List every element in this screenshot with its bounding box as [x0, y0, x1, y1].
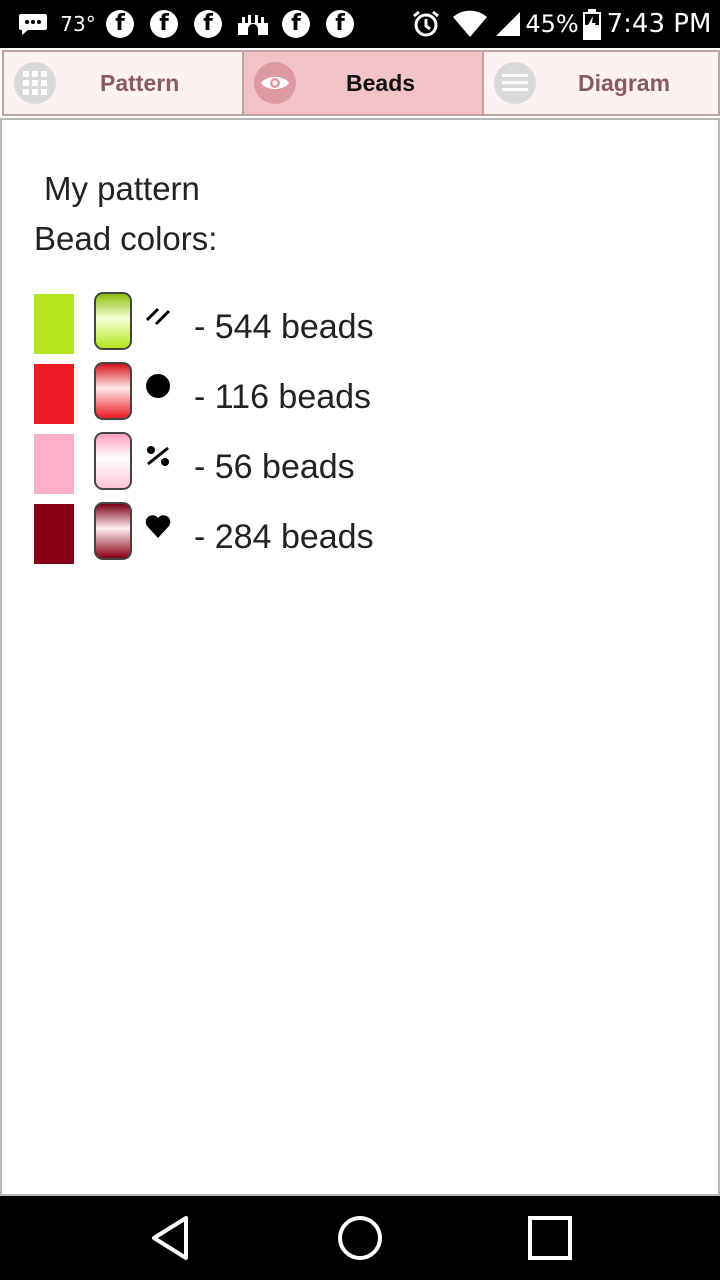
facebook-icon: f	[104, 0, 136, 48]
tab-bar: Pattern Beads Diagram	[0, 48, 720, 120]
bead-preview	[94, 362, 132, 420]
double-slash-icon	[144, 302, 172, 330]
screen: 73° f f f f f 45% 7:43 PM Pattern Beads …	[0, 0, 720, 1280]
bead-row: - 544 beads	[34, 292, 534, 356]
facebook-icon: f	[324, 0, 356, 48]
status-bar: 73° f f f f f 45% 7:43 PM	[0, 0, 720, 48]
grid-icon	[14, 62, 56, 104]
color-swatch	[34, 364, 74, 424]
tab-pattern[interactable]: Pattern	[2, 50, 244, 116]
bead-row: - 116 beads	[34, 362, 534, 426]
bead-preview	[94, 432, 132, 490]
eye-icon	[254, 62, 296, 104]
color-swatch	[34, 504, 74, 564]
bead-count: - 284 beads	[194, 518, 374, 556]
signal-icon	[494, 0, 522, 48]
percent-icon	[144, 442, 172, 470]
menu-icon	[494, 62, 536, 104]
recents-button[interactable]	[490, 1196, 610, 1280]
back-button[interactable]	[110, 1196, 230, 1280]
facebook-icon: f	[192, 0, 224, 48]
bead-preview	[94, 502, 132, 560]
battery-icon	[580, 0, 604, 48]
beads-panel: My pattern Bead colors: - 544 beads - 11…	[0, 118, 720, 1196]
bead-row: - 284 beads	[34, 502, 534, 566]
home-button[interactable]	[300, 1196, 420, 1280]
battery-percent: 45%	[525, 10, 579, 38]
bead-colors-heading: Bead colors:	[34, 220, 218, 257]
tab-pattern-label: Pattern	[100, 69, 180, 96]
chat-icon	[16, 0, 50, 48]
castle-icon	[234, 0, 272, 48]
bead-count: - 116 beads	[194, 378, 372, 416]
color-swatch	[34, 294, 74, 354]
wifi-icon	[450, 0, 490, 48]
color-swatch	[34, 434, 74, 494]
bead-count: - 544 beads	[194, 308, 374, 346]
dot-icon	[144, 372, 172, 400]
bead-count: - 56 beads	[194, 448, 355, 486]
pattern-title: My pattern	[44, 170, 200, 207]
bead-preview	[94, 292, 132, 350]
tab-diagram-label: Diagram	[578, 69, 671, 96]
navigation-bar	[0, 1196, 720, 1280]
alarm-icon	[408, 0, 444, 48]
clock: 7:43 PM	[606, 9, 712, 39]
tab-diagram[interactable]: Diagram	[482, 50, 720, 116]
recents-icon	[528, 1216, 572, 1260]
back-icon	[152, 1216, 188, 1260]
heart-icon	[144, 512, 172, 540]
home-icon	[338, 1216, 382, 1260]
facebook-icon: f	[280, 0, 312, 48]
facebook-icon: f	[148, 0, 180, 48]
tab-beads-label: Beads	[346, 69, 416, 96]
temperature: 73°	[60, 12, 96, 36]
bead-row: - 56 beads	[34, 432, 534, 496]
tab-beads[interactable]: Beads	[242, 50, 484, 116]
